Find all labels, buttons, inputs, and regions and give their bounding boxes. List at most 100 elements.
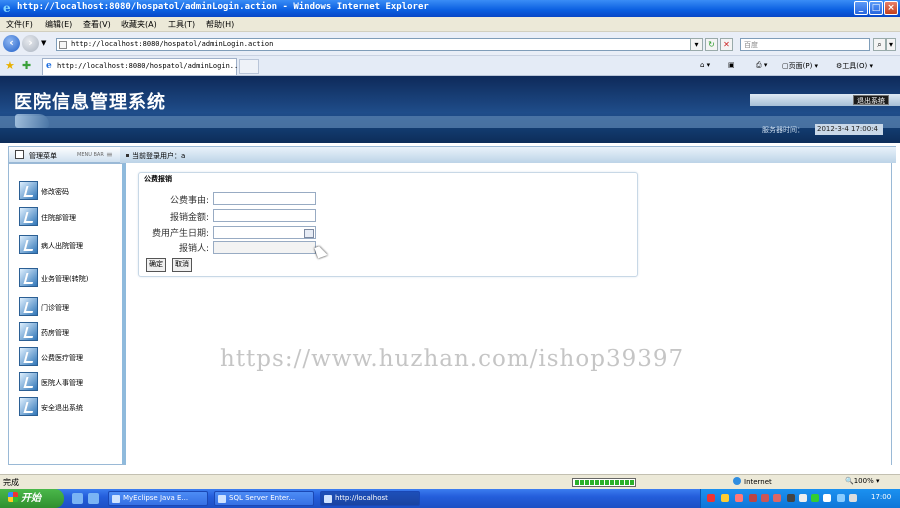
zoom-level[interactable]: 🔍100% ▾: [845, 477, 879, 485]
menu-item-icon: [19, 297, 38, 316]
sidebar-subtitle: MENU BAR: [77, 152, 104, 158]
tray-app-icon[interactable]: [721, 494, 729, 502]
tray-app-icon[interactable]: [749, 494, 757, 502]
date-input[interactable]: [213, 226, 316, 239]
tray-app-icon[interactable]: [773, 494, 781, 502]
favorites-star-icon[interactable]: ★: [5, 59, 15, 72]
tray-app-icon[interactable]: [707, 494, 715, 502]
browser-tab[interactable]: e http://localhost:8080/hospatol/adminLo…: [42, 58, 242, 75]
page-menu[interactable]: ▢页面(P) ▾: [782, 61, 818, 71]
tools-menu[interactable]: ⚙工具(O) ▾: [836, 61, 873, 71]
sidebar-item-pharmacy[interactable]: 药房管理: [19, 322, 123, 342]
ok-button[interactable]: 确定: [146, 258, 166, 272]
menu-edit[interactable]: 编辑(E): [45, 19, 72, 30]
feeds-icon[interactable]: ▣: [728, 61, 735, 69]
menu-help[interactable]: 帮助(H): [206, 19, 234, 30]
add-favorite-icon[interactable]: ✚: [22, 59, 31, 72]
tray-app-icon[interactable]: [761, 494, 769, 502]
sidebar-item-public-medical[interactable]: 公费医疗管理: [19, 347, 123, 367]
reimburser-input[interactable]: [213, 241, 316, 254]
menu-item-icon: [19, 372, 38, 391]
server-time-value: 2012-3-4 17:00:4: [815, 124, 883, 135]
start-button[interactable]: 开始: [0, 489, 64, 508]
new-tab-button[interactable]: [239, 59, 259, 74]
taskbar-item-myeclipse[interactable]: MyEclipse Java E...: [108, 491, 208, 506]
windows-flag-icon: [8, 492, 18, 502]
menu-item-icon: [19, 397, 38, 416]
menu-file[interactable]: 文件(F): [6, 19, 33, 30]
security-zone[interactable]: Internet: [733, 477, 772, 486]
sidebar-lines-icon: ≡: [106, 150, 113, 159]
tray-app-icon[interactable]: [735, 494, 743, 502]
status-bar: 完成 Internet 🔍100% ▾: [0, 474, 900, 489]
sidebar: 修改密码 住院部管理 病人出院管理 业务管理(转院) 门诊管理 药房管理 公费医…: [8, 163, 126, 465]
tray-app-icon[interactable]: [787, 494, 795, 502]
tools-menu-label: 工具(O): [842, 62, 868, 70]
reimburser-label: 报销人:: [178, 244, 209, 254]
bullet-icon: [126, 154, 129, 157]
tray-volume-icon[interactable]: [849, 494, 857, 502]
sidebar-item-label: 医院人事管理: [41, 379, 83, 387]
tray-app-icon[interactable]: [823, 494, 831, 502]
search-icon[interactable]: ⌕: [873, 38, 886, 51]
sidebar-item-label: 公费医疗管理: [41, 354, 83, 362]
tray-app-icon[interactable]: [799, 494, 807, 502]
page-menu-label: 页面(P): [788, 62, 813, 70]
sidebar-item-outpatient[interactable]: 门诊管理: [19, 297, 123, 317]
sidebar-item-label: 业务管理(转院): [41, 275, 89, 283]
form-title: 公费报销: [144, 175, 172, 183]
back-icon[interactable]: ‹: [3, 35, 20, 52]
quicklaunch-ie-icon[interactable]: [88, 493, 99, 504]
sidebar-item-logout[interactable]: 安全退出系统: [19, 397, 123, 417]
maximize-button[interactable]: □: [869, 1, 883, 15]
stop-icon[interactable]: ✕: [720, 38, 733, 51]
address-url: http://localhost:8080/hospatol/adminLogi…: [71, 40, 274, 48]
home-icon[interactable]: ⌂ ▾: [700, 61, 710, 69]
current-user-name: a: [181, 152, 186, 160]
window-title-bar[interactable]: e http://localhost:8080/hospatol/adminLo…: [0, 0, 900, 17]
current-user-label: 当前登录用户：: [132, 152, 181, 160]
sidebar-item-label: 住院部管理: [41, 214, 76, 222]
address-input[interactable]: http://localhost:8080/hospatol/adminLogi…: [56, 38, 701, 51]
amount-input[interactable]: [213, 209, 316, 222]
history-dropdown-icon[interactable]: ▼: [41, 39, 46, 47]
reason-input[interactable]: [213, 192, 316, 205]
tray-app-icon[interactable]: [811, 494, 819, 502]
sidebar-title: 管理菜单: [29, 152, 57, 160]
zone-label: Internet: [744, 478, 772, 486]
forward-icon[interactable]: ›: [22, 35, 39, 52]
menu-tools[interactable]: 工具(T): [168, 19, 195, 30]
minimize-button[interactable]: _: [854, 1, 868, 15]
calendar-icon[interactable]: [304, 229, 314, 238]
watermark: https://www.huzhan.com/ishop39397: [220, 346, 685, 372]
print-icon[interactable]: ⎙ ▾: [756, 61, 767, 70]
tab-ie-icon: e: [46, 61, 52, 71]
menu-favorites[interactable]: 收藏夹(A): [121, 19, 157, 30]
zoom-value: 100%: [853, 477, 874, 485]
quicklaunch-desktop-icon[interactable]: [72, 493, 83, 504]
status-text: 完成: [3, 478, 19, 487]
server-time-label: 服务器时间：: [762, 126, 804, 134]
sidebar-item-discharge[interactable]: 病人出院管理: [19, 235, 123, 255]
address-dropdown-icon[interactable]: ▾: [690, 38, 703, 51]
sidebar-item-personnel[interactable]: 医院人事管理: [19, 372, 123, 392]
sidebar-item-business[interactable]: 业务管理(转院): [19, 268, 123, 288]
refresh-icon[interactable]: ↻: [705, 38, 718, 51]
search-options-icon[interactable]: ▾: [886, 38, 896, 51]
taskbar-clock: 17:00: [871, 493, 892, 501]
cancel-button[interactable]: 取消: [172, 258, 192, 272]
taskbar-item-sqlserver[interactable]: SQL Server Enter...: [214, 491, 314, 506]
reason-label: 公费事由:: [169, 196, 209, 206]
system-tray: 17:00: [700, 489, 900, 508]
progress-bar: [572, 478, 636, 487]
search-input[interactable]: 百度: [740, 38, 870, 51]
sidebar-item-inpatient[interactable]: 住院部管理: [19, 207, 123, 227]
logout-button[interactable]: 退出系统: [853, 95, 889, 105]
sidebar-item-change-password[interactable]: 修改密码: [19, 181, 123, 201]
tab-bar: ★ ✚ e http://localhost:8080/hospatol/adm…: [0, 56, 900, 76]
close-button[interactable]: ×: [884, 1, 898, 15]
menu-view[interactable]: 查看(V): [83, 19, 111, 30]
tray-network-icon[interactable]: [837, 494, 845, 502]
current-user: 当前登录用户：a: [132, 151, 185, 161]
taskbar-item-browser[interactable]: http://localhost: [320, 491, 420, 506]
